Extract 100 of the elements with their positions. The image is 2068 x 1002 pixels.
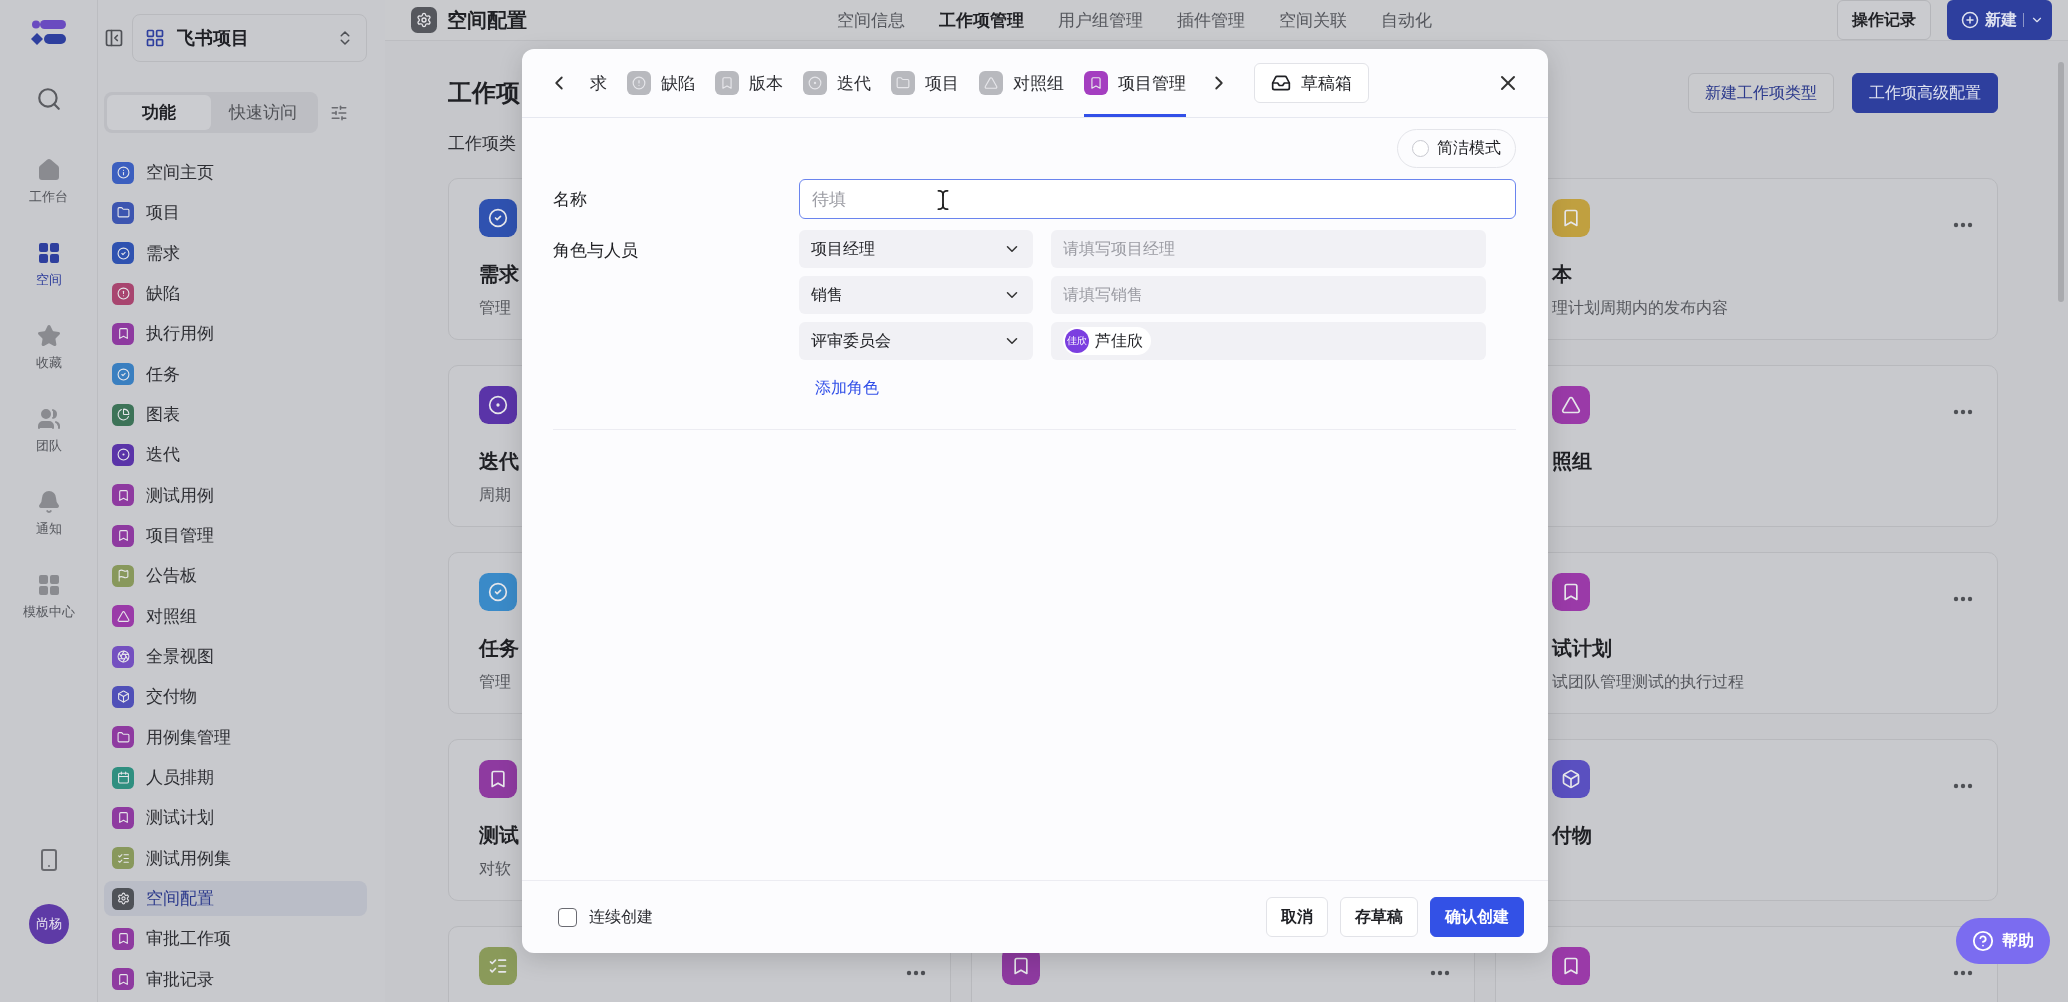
- type-tab[interactable]: 版本: [715, 49, 783, 117]
- card-description: 理计划周期内的发布内容: [1551, 298, 1728, 319]
- card-description: 周期: [479, 485, 511, 506]
- tab-icon: [627, 71, 651, 95]
- new-button[interactable]: 新建: [1947, 0, 2052, 40]
- sidebar-item[interactable]: 空间配置: [104, 880, 367, 917]
- sidebar-item[interactable]: 迭代: [104, 437, 367, 473]
- card-title: 需求: [479, 261, 519, 288]
- field-label: 名称: [553, 188, 588, 211]
- confirm-button[interactable]: 确认创建: [1430, 897, 1524, 937]
- rail-item[interactable]: 通知: [35, 472, 62, 555]
- sidebar-item[interactable]: 测试用例: [104, 477, 367, 513]
- rail-item[interactable]: 空间: [35, 223, 62, 306]
- rail-item-icon: [36, 572, 61, 597]
- view-tab[interactable]: 快速访问: [211, 95, 315, 130]
- add-role-link[interactable]: 添加角色: [815, 378, 1486, 399]
- rail-item[interactable]: 团队: [35, 389, 62, 472]
- tab-icon: [1084, 71, 1108, 95]
- logo-icon[interactable]: [29, 18, 68, 46]
- rail-item[interactable]: 收藏: [35, 306, 62, 389]
- member-chip[interactable]: 佳欣 芦佳欣: [1063, 327, 1151, 355]
- sidebar-item[interactable]: 审批工作项: [104, 921, 367, 957]
- sidebar-item[interactable]: 用例集管理: [104, 719, 367, 755]
- help-button[interactable]: 帮助: [1956, 918, 2050, 964]
- card-description: 管理: [479, 672, 511, 693]
- nav-tab[interactable]: 空间信息: [837, 8, 905, 32]
- inbox-icon: [1271, 73, 1291, 93]
- rail-item[interactable]: 模板中心: [22, 555, 75, 638]
- member-field[interactable]: 佳欣 芦佳欣: [1051, 322, 1486, 360]
- sidebar-item[interactable]: 项目: [104, 195, 367, 231]
- drafts-button[interactable]: 草稿箱: [1254, 63, 1369, 103]
- section-title: 工作项: [448, 78, 520, 109]
- sidebar-item[interactable]: 项目管理: [104, 517, 367, 554]
- sidebar-item[interactable]: 对照组: [104, 598, 367, 634]
- more-icon[interactable]: [1953, 596, 1973, 602]
- tab-icon: [891, 71, 915, 95]
- sidebar-item[interactable]: 测试用例集: [104, 840, 367, 876]
- user-avatar[interactable]: 尚杨: [28, 904, 69, 944]
- new-type-button[interactable]: 新建工作项类型: [1688, 73, 1834, 113]
- more-icon[interactable]: [1953, 409, 1973, 415]
- role-select[interactable]: 项目经理: [799, 230, 1033, 268]
- nav-tab[interactable]: 用户组管理: [1058, 8, 1143, 32]
- sidebar-item[interactable]: 图表: [104, 396, 367, 433]
- more-icon[interactable]: [1429, 970, 1450, 976]
- field-label: 角色与人员: [553, 239, 639, 262]
- page-title: 空间配置: [447, 6, 527, 34]
- sidebar-item[interactable]: 缺陷: [104, 276, 367, 312]
- sidebar-item[interactable]: 空间主页: [104, 155, 367, 191]
- sidebar-item[interactable]: 审批记录: [104, 961, 367, 997]
- more-icon[interactable]: [906, 970, 927, 976]
- name-input[interactable]: 待填: [799, 179, 1516, 219]
- type-tab[interactable]: 缺陷: [627, 49, 695, 117]
- sidebar-item[interactable]: 测试计划: [104, 800, 367, 836]
- card-description: 试团队管理测试的执行过程: [1551, 672, 1744, 693]
- type-tab[interactable]: 对照组: [979, 49, 1064, 117]
- card-description: 管理: [479, 298, 511, 319]
- more-icon[interactable]: [1953, 970, 1973, 976]
- type-tab[interactable]: 迭代: [803, 49, 871, 117]
- caret-icon[interactable]: [2023, 13, 2044, 27]
- history-button[interactable]: 操作记录: [1837, 0, 1931, 40]
- footer-button[interactable]: 取消: [1266, 897, 1328, 937]
- project-name: 飞书项目: [177, 26, 250, 50]
- more-icon[interactable]: [1953, 222, 1973, 228]
- nav-tab[interactable]: 插件管理: [1177, 8, 1245, 32]
- view-tab[interactable]: 功能: [107, 95, 211, 130]
- sidebar-item[interactable]: 交付物: [104, 679, 367, 715]
- card-title: 任务: [479, 635, 519, 662]
- sidebar-item[interactable]: 执行用例: [104, 316, 367, 352]
- scrollbar[interactable]: [2058, 62, 2064, 302]
- checkbox[interactable]: [558, 907, 577, 927]
- filter-icon[interactable]: [330, 103, 348, 122]
- project-select[interactable]: 飞书项目: [132, 14, 367, 62]
- role-select[interactable]: 销售: [799, 276, 1033, 314]
- nav-tab[interactable]: 工作项管理: [939, 8, 1024, 32]
- footer-button[interactable]: 存草稿: [1340, 897, 1418, 937]
- tab-icon: [803, 71, 827, 95]
- type-tab[interactable]: 项目: [891, 49, 959, 117]
- collapse-icon[interactable]: [104, 28, 124, 48]
- nav-tab[interactable]: 空间关联: [1279, 8, 1347, 32]
- card-title: 试计划: [1551, 635, 1612, 662]
- rail-item-icon: [36, 323, 61, 348]
- sidebar-item[interactable]: 需求: [104, 235, 367, 271]
- card-title: 付物: [1551, 822, 1592, 849]
- type-tab[interactable]: 项目管理: [1084, 49, 1186, 117]
- member-avatar: 佳欣: [1065, 329, 1089, 353]
- type-tab[interactable]: 求: [590, 49, 607, 117]
- sidebar-item[interactable]: 公告板: [104, 558, 367, 594]
- role-select[interactable]: 评审委员会: [799, 322, 1033, 360]
- search-icon[interactable]: [35, 86, 62, 112]
- rail-item-icon: [36, 157, 61, 182]
- advanced-config-button[interactable]: 工作项高级配置: [1852, 73, 1998, 113]
- nav-tab[interactable]: 自动化: [1381, 8, 1432, 32]
- section-subtitle: 工作项类: [448, 132, 516, 155]
- sidebar-item[interactable]: 全景视图: [104, 638, 367, 675]
- rail-item-icon: [36, 489, 61, 514]
- card-description: 对软: [479, 859, 511, 880]
- sidebar-item[interactable]: 任务: [104, 356, 367, 392]
- rail-item[interactable]: 工作台: [29, 140, 68, 223]
- sidebar-item[interactable]: 人员排期: [104, 759, 367, 796]
- more-icon[interactable]: [1953, 783, 1973, 789]
